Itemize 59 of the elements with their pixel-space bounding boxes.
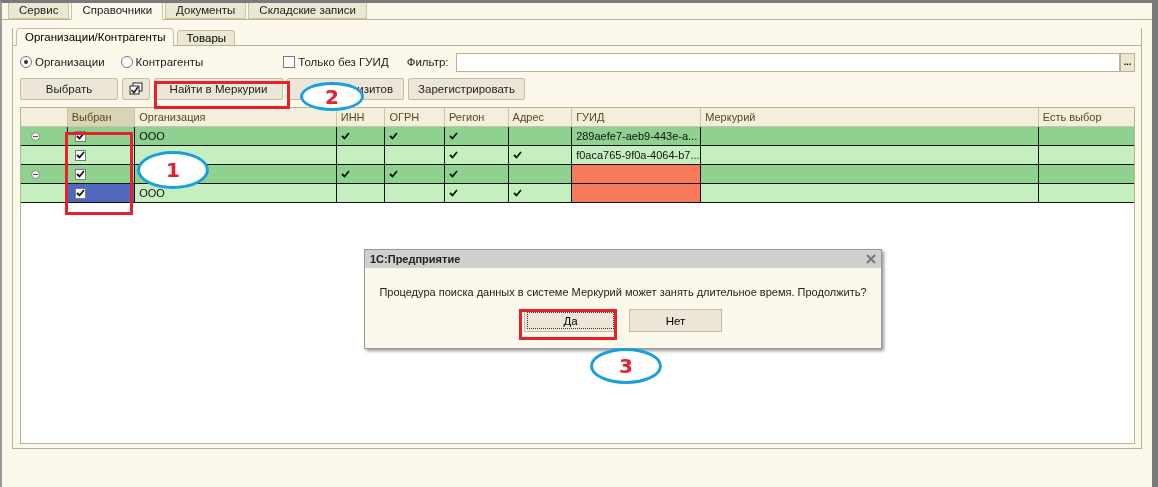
table-cell: ООО [135,127,337,145]
tab[interactable]: Документы [165,3,247,19]
column-header[interactable]: Адрес [508,108,573,126]
column-header[interactable]: ИНН [336,108,386,126]
table-cell[interactable] [67,184,136,202]
checkbox[interactable] [74,168,86,180]
checkbox-label: Только без ГУИД [298,56,389,68]
checkmark-icon [340,170,350,178]
column-header[interactable]: Есть выбор [1038,108,1134,126]
checkmark-icon [512,189,522,197]
collapse-icon[interactable] [31,169,40,179]
check-all-button[interactable] [122,78,150,100]
filter-label: Фильтр: [406,56,449,68]
dialog-message: Процедура поиска данных в системе Меркурий может занять длительное время. Продолжить? [379,285,867,299]
checkbox[interactable] [74,149,86,161]
close-icon[interactable] [866,254,876,264]
column-header[interactable]: Регион [445,108,509,126]
checkmark-icon [389,132,399,140]
checkmark-icon [449,170,458,178]
checkmark-icon [449,189,458,197]
table-cell: 289aefe7-aeb9-443e-a... [572,127,702,145]
table-cell[interactable] [67,146,136,164]
radio-label: Контрагенты [135,56,204,68]
select-button[interactable]: ... [1120,52,1135,72]
checkbox[interactable] [283,56,296,68]
tab[interactable]: Товары [177,30,236,45]
tab[interactable]: Организации/Контрагенты [16,28,175,46]
checkmark-icon [389,170,399,178]
column-header[interactable]: Организация [135,108,337,126]
checkmark-icon [75,170,85,178]
tab[interactable]: Складские записи [248,3,367,19]
dialog-title: 1С:Предприятие [370,253,461,265]
checkmark-icon [75,132,85,140]
checkmark-icon [449,132,458,140]
column-header[interactable]: Меркурий [701,108,1039,126]
radio-label: Организации [35,56,105,68]
column-header[interactable]: ОГРН [385,108,445,126]
checklist-icon [128,82,144,96]
toolbar-button[interactable]: Зарегистрировать [408,78,525,100]
checkmark-icon [512,151,522,159]
radio-button[interactable] [120,56,133,68]
filter-field[interactable] [455,52,1120,72]
toolbar-button[interactable]: Выбрать [20,78,118,100]
collapse-icon[interactable] [31,131,40,141]
checkmark-icon [449,151,458,159]
column-header[interactable]: Выбран [67,108,136,126]
checkmark-icon [75,189,85,197]
table-cell: ООО [135,184,337,202]
tab[interactable]: Справочники [71,3,164,20]
dialog-button[interactable]: Нет [629,309,722,332]
radio-button[interactable] [20,56,32,68]
table-cell: f0aca765-9f0a-4064-b7... [572,146,702,164]
column-header[interactable]: ГУИД [572,108,702,126]
checkbox[interactable] [74,130,86,142]
tab[interactable]: Сервис [8,3,70,19]
checkbox[interactable] [74,187,86,199]
checkmark-icon [75,151,85,159]
table-cell[interactable] [67,165,136,183]
checkmark-icon [340,132,350,140]
